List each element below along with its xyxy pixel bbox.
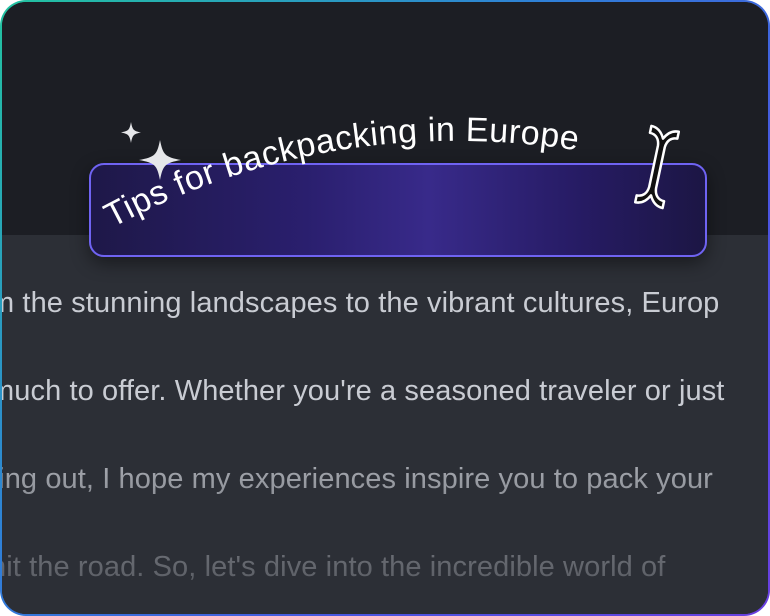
- text-cursor-icon: [634, 124, 680, 210]
- prompt-text-svg: Tips for backpacking in Europe: [98, 111, 582, 235]
- prompt-text: Tips for backpacking in Europe: [98, 111, 582, 235]
- prompt-text-path: Tips for backpacking in Europe: [98, 111, 581, 235]
